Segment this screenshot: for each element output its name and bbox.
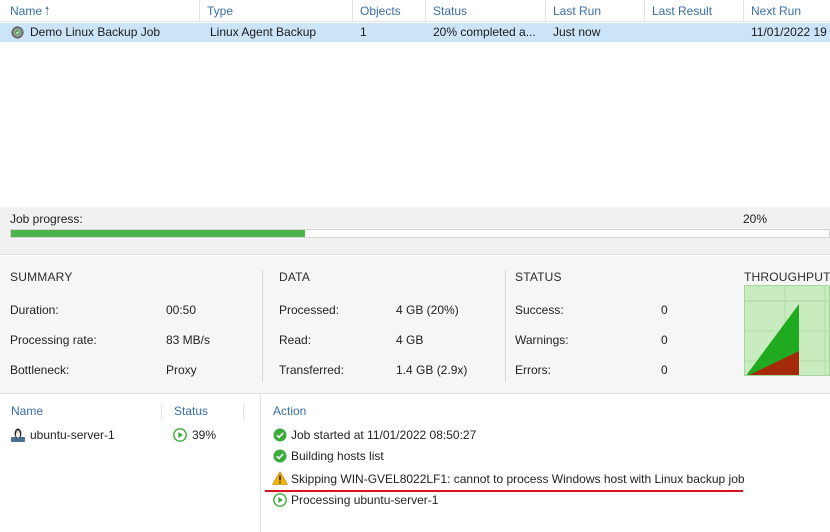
success-value: 0 bbox=[661, 303, 668, 317]
column-header-last-run[interactable]: Last Run bbox=[545, 0, 644, 22]
action-header[interactable]: Action bbox=[273, 404, 306, 418]
divider bbox=[505, 270, 506, 382]
object-name: ubuntu-server-1 bbox=[30, 428, 115, 442]
job-name: Demo Linux Backup Job bbox=[30, 25, 161, 39]
duration-value: 00:50 bbox=[166, 303, 197, 317]
job-progress-label: Job progress: bbox=[10, 212, 83, 226]
linux-computer-icon bbox=[11, 428, 25, 442]
column-header-next-run[interactable]: Next Run bbox=[743, 0, 830, 22]
jobs-table-header: Name 🠑 Type Objects Status Last Run Last … bbox=[0, 0, 830, 22]
column-header-last-result[interactable]: Last Result bbox=[644, 0, 743, 22]
job-objects: 1 bbox=[360, 25, 367, 39]
errors-value: 0 bbox=[661, 363, 668, 377]
summary-title: SUMMARY bbox=[10, 270, 73, 284]
backup-job-gear-icon bbox=[11, 26, 24, 39]
divider bbox=[260, 394, 261, 532]
data-title: DATA bbox=[279, 270, 311, 284]
warnings-value: 0 bbox=[661, 333, 668, 347]
sort-ascending-icon: 🠑 bbox=[45, 4, 50, 18]
processed-value: 4 GB (20%) bbox=[396, 303, 459, 317]
throughput-chart bbox=[744, 285, 830, 376]
transferred-value: 1.4 GB (2.9x) bbox=[396, 363, 468, 377]
job-progress-bar bbox=[10, 229, 830, 238]
job-status: 20% completed a... bbox=[433, 25, 536, 39]
job-progress-percent: 20% bbox=[743, 212, 768, 226]
objects-name-header[interactable]: Name bbox=[11, 404, 43, 418]
action-text: Processing ubuntu-server-1 bbox=[291, 493, 439, 507]
errors-label: Errors: bbox=[515, 363, 551, 377]
success-check-icon bbox=[273, 428, 287, 442]
statistics-panel: SUMMARY Duration: 00:50 Processing rate:… bbox=[0, 256, 830, 393]
read-value: 4 GB bbox=[396, 333, 424, 347]
column-header-status[interactable]: Status bbox=[425, 0, 545, 22]
column-header-type[interactable]: Type bbox=[199, 0, 352, 22]
running-play-icon bbox=[173, 428, 187, 442]
processed-label: Processed: bbox=[279, 303, 340, 317]
success-label: Success: bbox=[515, 303, 564, 317]
job-last-result bbox=[652, 23, 742, 42]
job-progress-panel: Job progress: 20% bbox=[0, 207, 830, 255]
bottleneck-label: Bottleneck: bbox=[10, 363, 70, 377]
action-text: Job started at 11/01/2022 08:50:27 bbox=[291, 428, 477, 442]
status-title: STATUS bbox=[515, 270, 562, 284]
job-progress-fill bbox=[11, 230, 306, 237]
column-header-objects[interactable]: Objects bbox=[352, 0, 425, 22]
throughput-title: THROUGHPUT (L bbox=[744, 270, 830, 284]
processing-rate-label: Processing rate: bbox=[10, 333, 97, 347]
job-last-run: Just now bbox=[553, 25, 601, 39]
table-row[interactable]: Demo Linux Backup Job Linux Agent Backup… bbox=[0, 23, 830, 42]
warnings-label: Warnings: bbox=[515, 333, 569, 347]
duration-label: Duration: bbox=[10, 303, 59, 317]
running-play-icon bbox=[273, 493, 287, 507]
session-details-panel: Name Status ubuntu-server-1 39% Action J… bbox=[0, 393, 830, 532]
action-text: Skipping WIN-GVEL8022LF1: cannot to proc… bbox=[291, 472, 745, 486]
divider bbox=[161, 404, 162, 420]
job-type: Linux Agent Backup bbox=[210, 25, 317, 39]
action-text: Building hosts list bbox=[291, 449, 384, 463]
processing-rate-value: 83 MB/s bbox=[166, 333, 211, 347]
object-status: 39% bbox=[192, 428, 217, 442]
column-header-name[interactable]: Name 🠑 bbox=[0, 0, 199, 22]
objects-status-header[interactable]: Status bbox=[174, 404, 208, 418]
job-next-run: 11/01/2022 19 bbox=[751, 25, 827, 39]
warning-icon bbox=[272, 471, 288, 485]
success-check-icon bbox=[273, 449, 287, 463]
read-label: Read: bbox=[279, 333, 312, 347]
transferred-label: Transferred: bbox=[279, 363, 344, 377]
highlight-underline bbox=[265, 490, 743, 492]
throughput-graph bbox=[745, 286, 829, 375]
divider bbox=[243, 404, 244, 420]
divider bbox=[262, 270, 263, 382]
bottleneck-value: Proxy bbox=[166, 363, 197, 377]
